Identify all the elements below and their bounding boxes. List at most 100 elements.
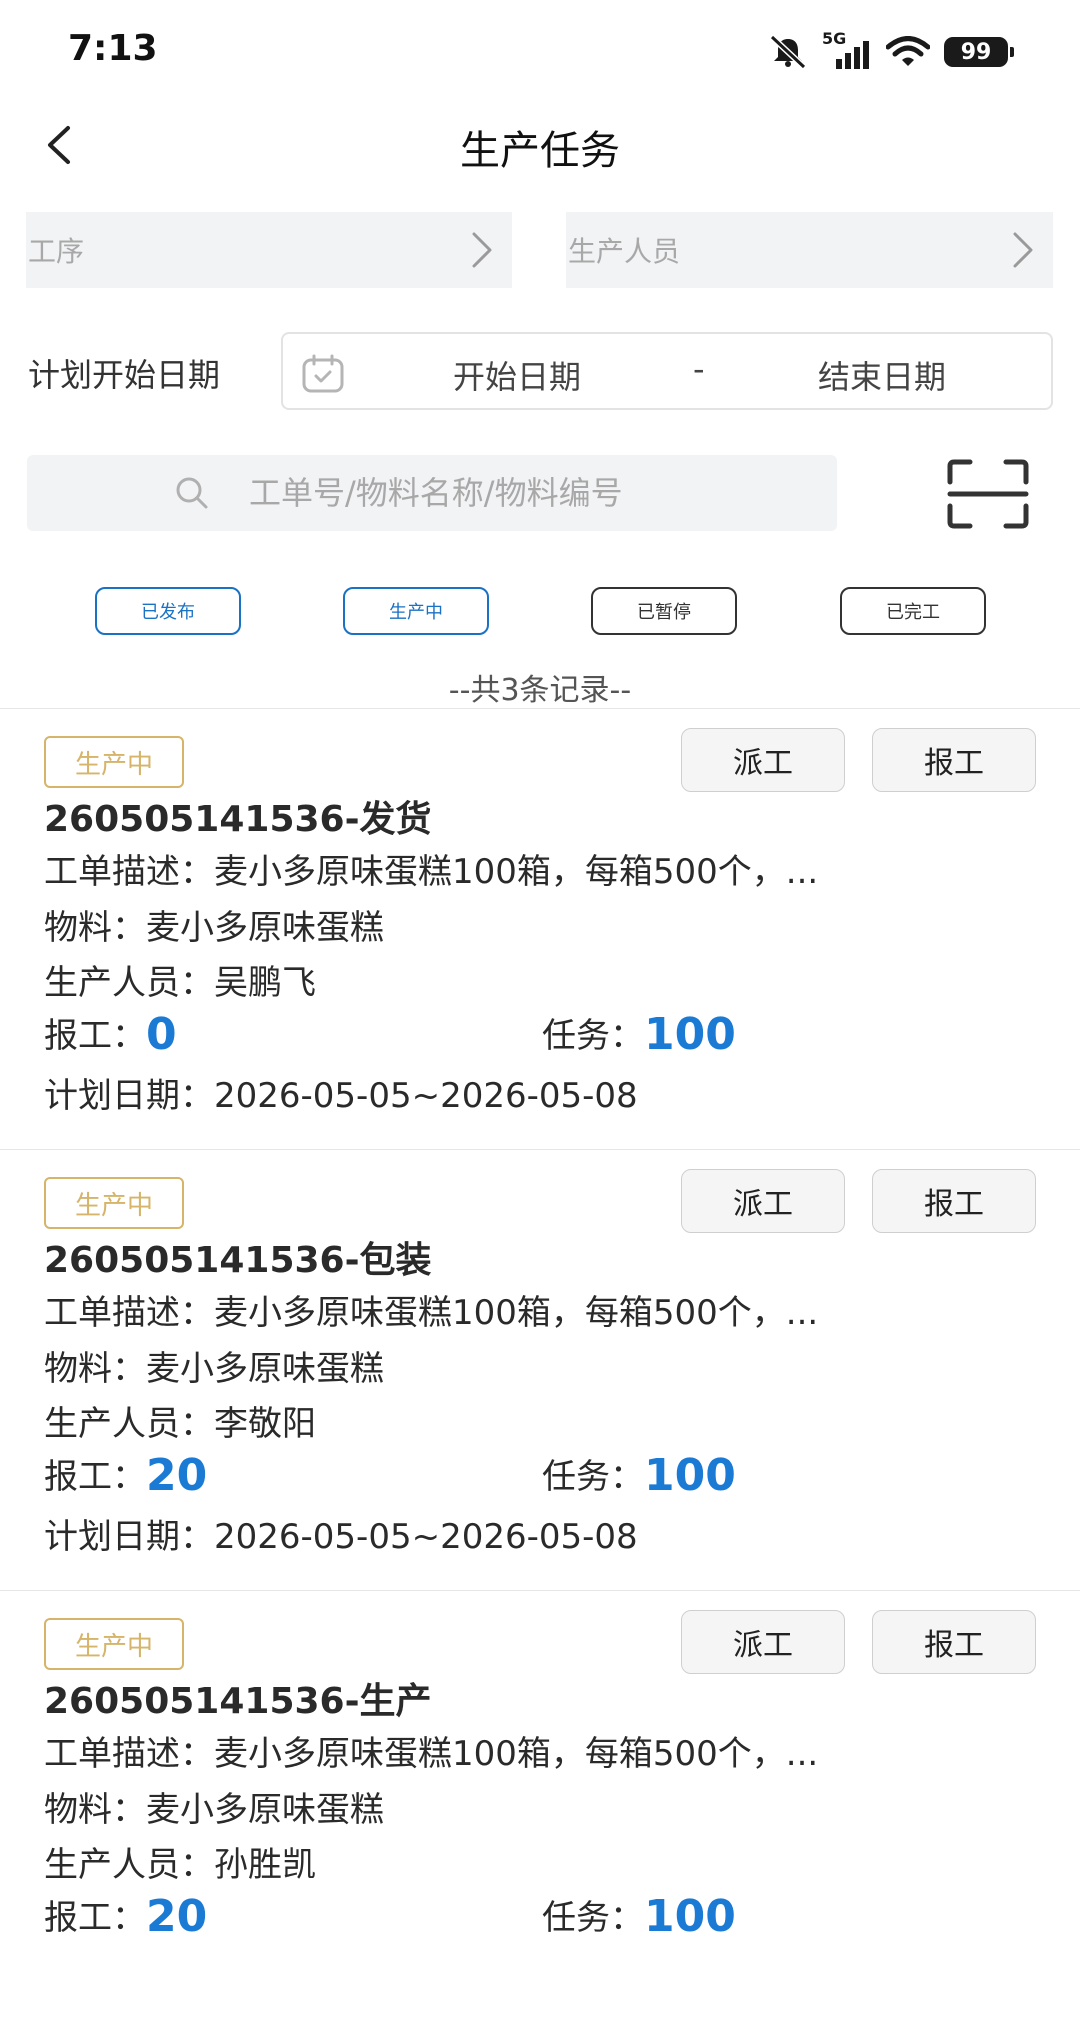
- task-quantities: 报工：20 任务：100: [44, 1890, 1044, 1942]
- task-title: 260505141536-发货: [44, 799, 432, 840]
- material-label: 物料：: [44, 1790, 146, 1830]
- staff-value: 吴鹏飞: [214, 963, 316, 1003]
- task-card[interactable]: 生产中 派工 报工 260505141536-发货 工单描述：麦小多原味蛋糕10…: [0, 710, 1080, 1150]
- task-label: 任务：: [542, 1016, 644, 1056]
- app-header: 生产任务: [0, 100, 1080, 190]
- search-input[interactable]: [247, 455, 807, 531]
- network-type: 5G: [822, 29, 847, 48]
- desc-value: 麦小多原味蛋糕100箱，每箱500个，...: [214, 1293, 819, 1333]
- desc-value: 麦小多原味蛋糕100箱，每箱500个，...: [214, 1734, 819, 1774]
- reported-label: 报工：: [44, 1457, 146, 1497]
- plan-start-date-label: 计划开始日期: [28, 356, 221, 394]
- task-label: 任务：: [542, 1457, 644, 1497]
- task-material: 物料：麦小多原味蛋糕: [44, 900, 384, 949]
- record-count: --共3条记录--: [448, 673, 632, 708]
- status-bar: 7:13 5G 99: [0, 0, 1080, 100]
- status-badge: 生产中: [44, 1177, 184, 1229]
- desc-label: 工单描述：: [44, 1293, 214, 1333]
- divider: [0, 1149, 1080, 1150]
- report-button[interactable]: 报工: [872, 728, 1036, 792]
- task-staff: 生产人员：李敬阳: [44, 1396, 316, 1445]
- material-label: 物料：: [44, 908, 146, 948]
- mute-icon: [769, 35, 807, 69]
- desc-value: 麦小多原味蛋糕100箱，每箱500个，...: [214, 852, 819, 892]
- chip-in-production[interactable]: 生产中: [343, 587, 489, 635]
- divider: [0, 1590, 1080, 1591]
- dispatch-button[interactable]: 派工: [681, 1169, 845, 1233]
- material-label: 物料：: [44, 1349, 146, 1389]
- task-material: 物料：麦小多原味蛋糕: [44, 1782, 384, 1831]
- report-button[interactable]: 报工: [872, 1610, 1036, 1674]
- task-material: 物料：麦小多原味蛋糕: [44, 1341, 384, 1390]
- status-badge: 生产中: [44, 1618, 184, 1670]
- desc-label: 工单描述：: [44, 852, 214, 892]
- date-range-picker[interactable]: 开始日期 - 结束日期: [281, 332, 1053, 410]
- chip-published[interactable]: 已发布: [95, 587, 241, 635]
- staff-picker[interactable]: 生产人员: [566, 212, 1053, 288]
- task-title: 260505141536-包装: [44, 1240, 432, 1281]
- reported-value: 20: [146, 1450, 208, 1501]
- task-value: 100: [644, 1009, 736, 1060]
- search-icon: [176, 477, 208, 509]
- task-quantity: 任务：100: [542, 1449, 736, 1501]
- reported-value: 20: [146, 1891, 208, 1942]
- dispatch-button[interactable]: 派工: [681, 728, 845, 792]
- process-picker-label: 工序: [28, 235, 85, 268]
- task-value: 100: [644, 1450, 736, 1501]
- task-card[interactable]: 生产中 派工 报工 260505141536-包装 工单描述：麦小多原味蛋糕10…: [0, 1151, 1080, 1591]
- reported-label: 报工：: [44, 1016, 146, 1056]
- task-plan-date: 计划日期：2026-05-05~2026-05-08: [44, 1509, 638, 1558]
- chevron-right-icon: [1013, 232, 1033, 268]
- end-date-field[interactable]: 结束日期: [818, 352, 946, 398]
- date-value: 2026-05-05~2026-05-08: [214, 1517, 638, 1557]
- reported-label: 报工：: [44, 1898, 146, 1938]
- material-value: 麦小多原味蛋糕: [146, 908, 384, 948]
- battery-icon: 99: [944, 37, 1014, 67]
- task-quantities: 报工：20 任务：100: [44, 1449, 1044, 1501]
- desc-label: 工单描述：: [44, 1734, 214, 1774]
- task-description: 工单描述：麦小多原味蛋糕100箱，每箱500个，...: [44, 844, 818, 893]
- dispatch-button[interactable]: 派工: [681, 1610, 845, 1674]
- material-value: 麦小多原味蛋糕: [146, 1790, 384, 1830]
- task-value: 100: [644, 1891, 736, 1942]
- report-button[interactable]: 报工: [872, 1169, 1036, 1233]
- staff-label: 生产人员：: [44, 1845, 214, 1885]
- divider: [0, 708, 1080, 709]
- task-description: 工单描述：麦小多原味蛋糕100箱，每箱500个，...: [44, 1726, 818, 1775]
- chevron-right-icon: [472, 232, 492, 268]
- reported-value: 0: [146, 1009, 177, 1060]
- page-title: 生产任务: [460, 128, 620, 174]
- status-time: 7:13: [68, 28, 158, 69]
- task-plan-date: 计划日期：2026-05-05~2026-05-08: [44, 1068, 638, 1117]
- task-staff: 生产人员：吴鹏飞: [44, 955, 316, 1004]
- chip-completed[interactable]: 已完工: [840, 587, 986, 635]
- task-staff: 生产人员：孙胜凯: [44, 1837, 316, 1886]
- staff-label: 生产人员：: [44, 963, 214, 1003]
- date-value: 2026-05-05~2026-05-08: [214, 1076, 638, 1116]
- wifi-icon: [886, 36, 930, 66]
- chip-paused[interactable]: 已暂停: [591, 587, 737, 635]
- search-box: [27, 455, 837, 531]
- staff-label: 生产人员：: [44, 1404, 214, 1444]
- status-badge: 生产中: [44, 736, 184, 788]
- material-value: 麦小多原味蛋糕: [146, 1349, 384, 1389]
- staff-value: 孙胜凯: [214, 1845, 316, 1885]
- date-label: 计划日期：: [44, 1076, 214, 1116]
- task-quantities: 报工：0 任务：100: [44, 1008, 1044, 1060]
- signal-icon: 5G: [822, 29, 872, 69]
- task-title: 260505141536-生产: [44, 1681, 432, 1722]
- date-separator: -: [693, 350, 705, 388]
- process-picker[interactable]: 工序: [26, 212, 512, 288]
- task-quantity: 任务：100: [542, 1008, 736, 1060]
- status-icons: 5G 99: [768, 29, 1014, 72]
- date-label: 计划日期：: [44, 1517, 214, 1557]
- task-quantity: 任务：100: [542, 1890, 736, 1942]
- start-date-field[interactable]: 开始日期: [453, 352, 581, 398]
- scan-icon[interactable]: [946, 458, 1030, 530]
- calendar-icon: [302, 354, 344, 393]
- task-card[interactable]: 生产中 派工 报工 260505141536-生产 工单描述：麦小多原味蛋糕10…: [0, 1592, 1080, 2032]
- task-label: 任务：: [542, 1898, 644, 1938]
- staff-value: 李敬阳: [214, 1404, 316, 1444]
- staff-picker-label: 生产人员: [568, 235, 681, 268]
- task-description: 工单描述：麦小多原味蛋糕100箱，每箱500个，...: [44, 1285, 818, 1334]
